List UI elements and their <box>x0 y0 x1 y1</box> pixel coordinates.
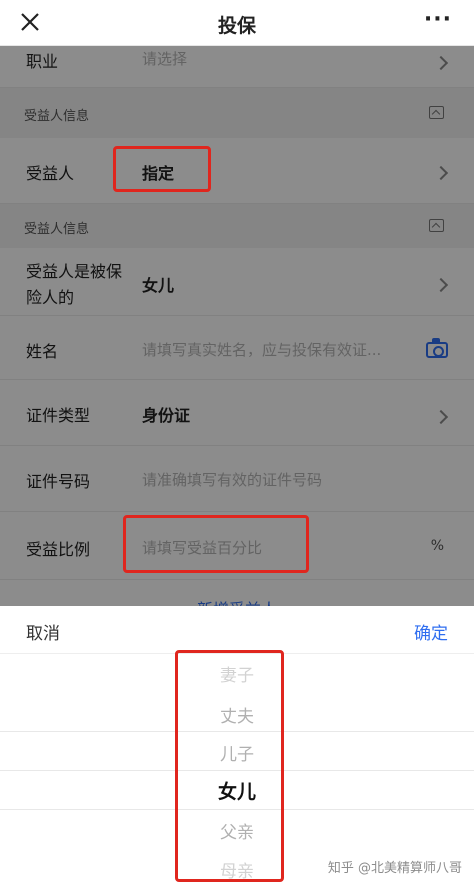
cancel-button[interactable]: 取消 <box>26 619 60 644</box>
annotation-box <box>123 515 309 573</box>
nav-header: 投保 ··· <box>0 0 474 46</box>
annotation-box <box>175 650 284 882</box>
watermark: 知乎 @北美精算师八哥 <box>327 861 462 876</box>
page-title: 投保 <box>217 15 256 37</box>
picker-toolbar: 取消 确定 <box>0 606 474 654</box>
confirm-button[interactable]: 确定 <box>414 619 448 644</box>
more-icon[interactable]: ··· <box>424 7 452 32</box>
annotation-box <box>113 146 211 192</box>
